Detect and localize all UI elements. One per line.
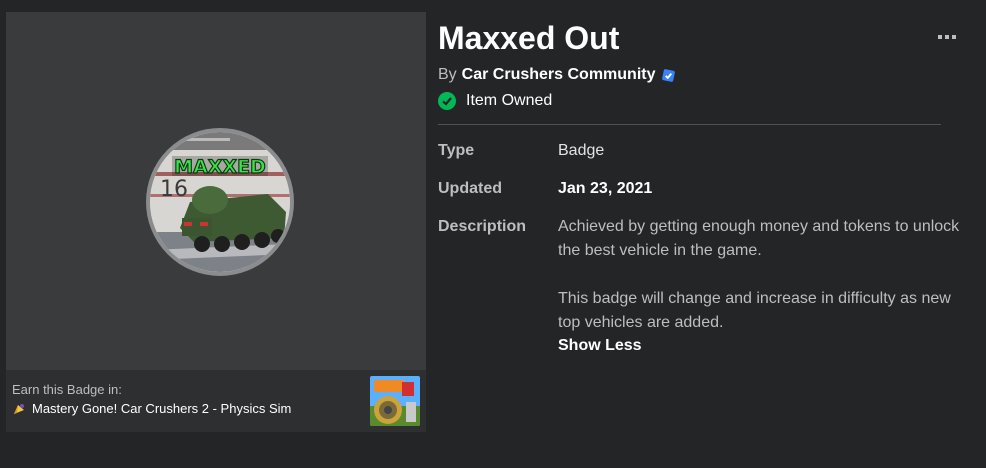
badge-page: 16 MAXXED Earn this Badge in: Mastery Go… bbox=[0, 0, 986, 468]
type-label: Type bbox=[438, 142, 475, 159]
earn-game-link[interactable]: Mastery Gone! Car Crushers 2 - Physics S… bbox=[12, 401, 291, 416]
earn-game-name: Mastery Gone! Car Crushers 2 - Physics S… bbox=[32, 401, 292, 416]
info-row-description: Description Achieved by getting enough m… bbox=[438, 215, 968, 357]
updated-label: Updated bbox=[438, 180, 502, 197]
description-paragraph: This badge will change and increase in d… bbox=[558, 290, 951, 331]
creator-prefix: By bbox=[438, 66, 457, 83]
check-circle-icon bbox=[438, 92, 456, 110]
badge-details: Maxxed Out By Car Crushers Community Ite… bbox=[438, 18, 968, 371]
updated-value: Jan 23, 2021 bbox=[558, 180, 653, 197]
badge-image: 16 MAXXED bbox=[146, 128, 294, 276]
svg-text:16: 16 bbox=[160, 177, 188, 202]
svg-text:MAXXED: MAXXED bbox=[174, 156, 266, 178]
verified-badge-icon bbox=[661, 68, 676, 83]
mastery-icon bbox=[12, 402, 26, 416]
page-title: Maxxed Out bbox=[438, 20, 620, 56]
earn-badge-bar: Earn this Badge in: Mastery Gone! Car Cr… bbox=[6, 370, 426, 432]
description-text: Achieved by getting enough money and tok… bbox=[558, 215, 968, 357]
creator-line: By Car Crushers Community bbox=[438, 66, 968, 84]
more-options-icon bbox=[938, 35, 942, 39]
more-options-button[interactable] bbox=[938, 33, 958, 41]
info-row-type: Type Badge bbox=[438, 139, 968, 163]
owned-label: Item Owned bbox=[466, 92, 553, 109]
info-table: Type Badge Updated Jan 23, 2021 Descript… bbox=[438, 139, 968, 357]
divider bbox=[438, 124, 941, 125]
description-label: Description bbox=[438, 218, 527, 235]
type-value: Badge bbox=[558, 142, 605, 159]
info-row-updated: Updated Jan 23, 2021 bbox=[438, 177, 968, 201]
earn-label: Earn this Badge in: bbox=[12, 382, 122, 397]
owned-status: Item Owned bbox=[438, 92, 968, 110]
game-thumbnail[interactable] bbox=[370, 376, 420, 426]
show-less-button[interactable]: Show Less bbox=[558, 335, 968, 357]
description-paragraph: Achieved by getting enough money and tok… bbox=[558, 218, 960, 259]
creator-link[interactable]: Car Crushers Community bbox=[462, 66, 656, 84]
badge-thumbnail-panel: 16 MAXXED Earn this Badge in: Mastery Go… bbox=[6, 12, 426, 432]
